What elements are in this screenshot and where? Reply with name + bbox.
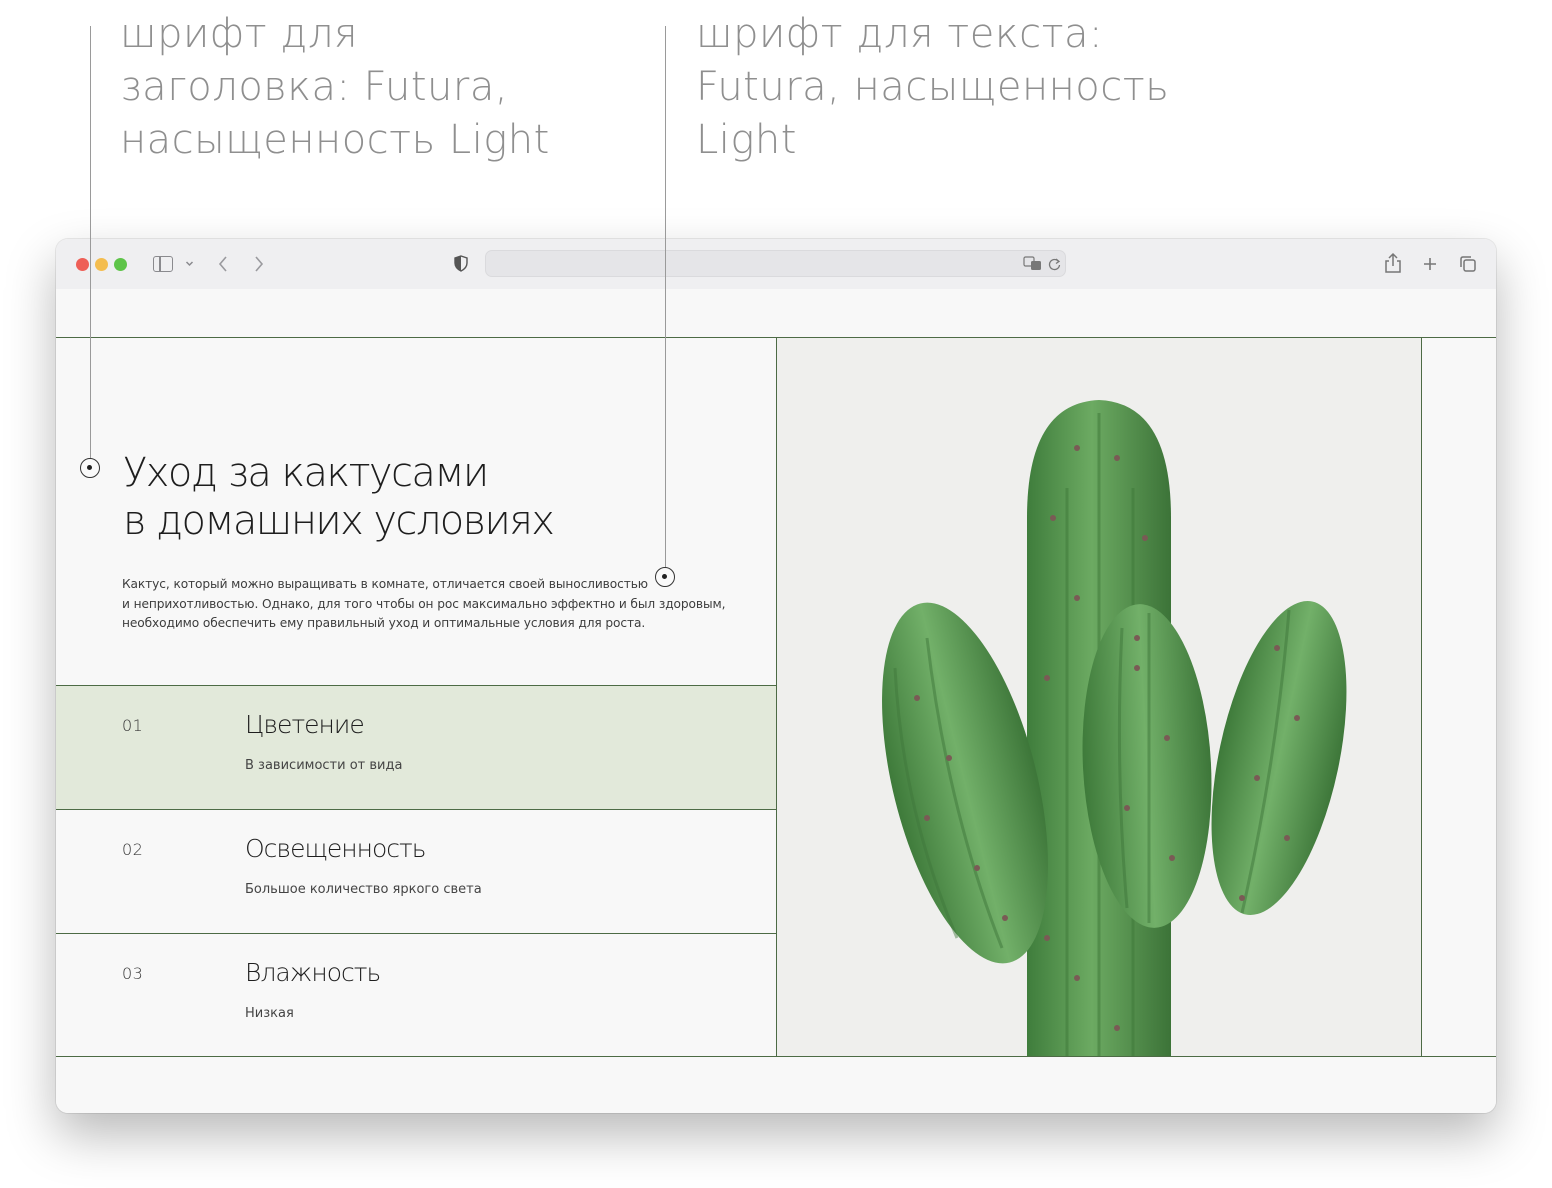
title-line: Уход за кактусами (123, 450, 489, 496)
sidebar-toggle-icon[interactable] (153, 256, 173, 272)
annotation-line: шрифт для (120, 11, 359, 57)
page-content: Уход за кактусами в домашних условиях Ка… (56, 289, 1496, 1113)
browser-window: Уход за кактусами в домашних условиях Ка… (56, 239, 1496, 1113)
feature-title: Влажность (245, 958, 381, 987)
paragraph-line: и неприхотливостью. Однако, для того что… (122, 596, 726, 611)
privacy-shield-icon[interactable] (454, 255, 468, 272)
annotation-line: заголовка: Futura, (120, 64, 509, 110)
browser-toolbar (56, 239, 1496, 290)
tab-overview-icon[interactable] (1459, 255, 1477, 273)
feature-subtitle: Низкая (245, 1006, 294, 1021)
body-font-annotation: шрифт для текста: Futura, насыщенность L… (696, 8, 1216, 167)
heading-marker-icon (80, 458, 100, 478)
paragraph-line: необходимо обеспечить ему правильный ухо… (122, 616, 646, 630)
share-icon[interactable] (1384, 252, 1402, 274)
heading-font-annotation: шрифт для заголовка: Futura, насыщенност… (120, 8, 590, 167)
annotation-line: насыщенность Light (120, 117, 550, 163)
feature-title: Цветение (245, 710, 365, 739)
forward-arrow-icon[interactable] (253, 255, 265, 273)
minimize-window-button[interactable] (95, 258, 108, 271)
title-line: в домашних условиях (123, 498, 555, 544)
intro-paragraph: Кактус, который можно выращивать в комна… (122, 575, 742, 634)
url-input[interactable] (496, 254, 1020, 275)
cactus-illustration (777, 338, 1421, 1056)
annotation-connector-line (90, 26, 91, 468)
annotation-line: Light (696, 117, 797, 163)
reload-icon[interactable] (1048, 257, 1061, 271)
translate-icon[interactable] (1023, 256, 1042, 271)
new-tab-icon[interactable] (1422, 256, 1438, 272)
annotation-line: Futura, насыщенность (696, 64, 1170, 110)
page-title: Уход за кактусами в домашних условиях (123, 449, 723, 545)
annotation-connector-line (665, 26, 666, 578)
close-window-button[interactable] (76, 258, 89, 271)
feature-row-humidity[interactable]: 03 Влажность Низкая (56, 934, 776, 1057)
feature-number: 02 (122, 840, 144, 859)
feature-subtitle: В зависимости от вида (245, 758, 403, 773)
grid-line-vertical (1421, 337, 1422, 1057)
feature-title: Освещенность (245, 834, 426, 863)
zoom-window-button[interactable] (114, 258, 127, 271)
feature-row-flowering[interactable]: 01 Цветение В зависимости от вида (56, 686, 776, 809)
feature-row-lighting[interactable]: 02 Освещенность Большое количество ярког… (56, 810, 776, 933)
chevron-down-icon[interactable] (185, 259, 194, 268)
cactus-photo (777, 338, 1421, 1056)
paragraph-line: Кактус, который можно выращивать в комна… (122, 577, 648, 591)
text-marker-icon (655, 567, 675, 587)
feature-number: 03 (122, 964, 144, 983)
feature-number: 01 (122, 716, 144, 735)
address-bar[interactable] (485, 250, 1066, 277)
annotation-line: шрифт для текста: (696, 11, 1104, 57)
back-arrow-icon[interactable] (217, 255, 229, 273)
feature-subtitle: Большое количество яркого света (245, 882, 482, 897)
